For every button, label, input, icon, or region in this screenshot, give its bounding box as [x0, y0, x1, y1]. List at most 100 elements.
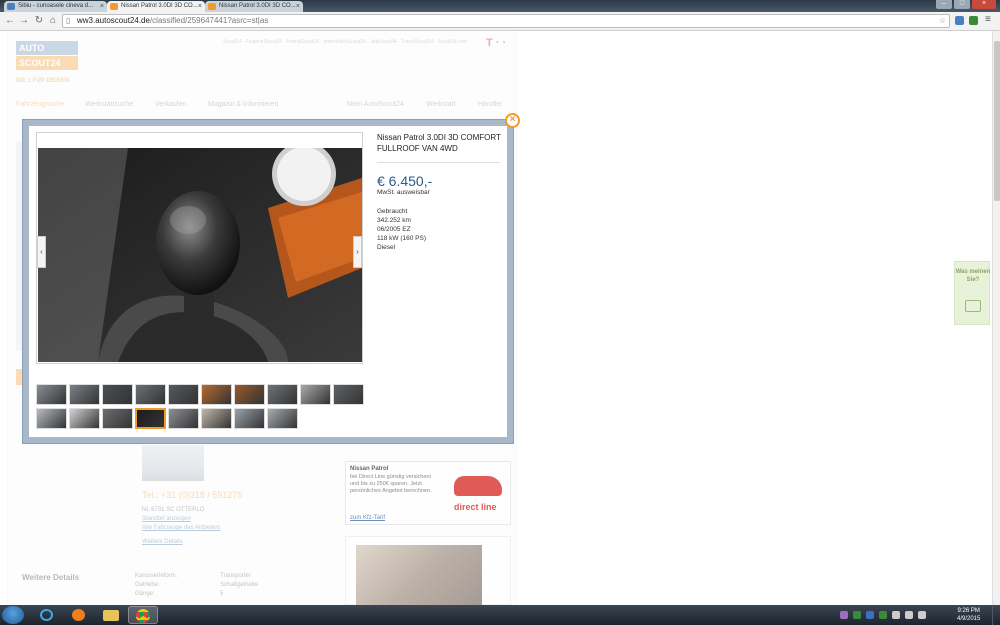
nav-magazin[interactable]: Magazin & Informieren [208, 101, 278, 108]
nav-fahrzeugsuche[interactable]: Fahrzeugsuche [16, 101, 64, 108]
photo-ad[interactable] [345, 536, 511, 605]
forward-arrow-icon[interactable]: → [18, 15, 30, 27]
volume-icon[interactable] [918, 611, 926, 619]
autoscout-logo[interactable]: AUTO SCOUT24 [16, 41, 78, 71]
windows-taskbar: 9:26 PM 4/9/2015 [0, 605, 1000, 625]
spec-key: Gänge: [135, 591, 155, 597]
tab-nissan-2[interactable]: Nissan Patrol 3.0DI 3D CO... × [205, 1, 303, 12]
tray-icon[interactable] [879, 611, 887, 619]
internet-explorer-icon[interactable] [32, 606, 62, 624]
gallery-thumbnail[interactable] [36, 408, 67, 429]
nav-werkstattsuche[interactable]: Werkstattsuche [85, 101, 133, 108]
vehicle-title: Nissan Patrol 3.0DI 3D COMFORT FULLROOF … [377, 133, 501, 153]
clock[interactable]: 9:26 PM 4/9/2015 [957, 607, 980, 623]
tab-close-icon[interactable]: × [296, 1, 300, 12]
tab-label: Sibiu - curioasele cineva d... [18, 3, 94, 9]
bookmark-star-icon[interactable]: ☆ [939, 15, 946, 27]
gallery-thumbnail[interactable] [333, 384, 364, 405]
gallery-thumbnail[interactable] [69, 384, 100, 405]
slogan: DIE 1 FÜR DEINEN [16, 78, 70, 84]
vat-note: MwSt. ausweisbar [377, 189, 430, 196]
ad-link[interactable]: zum Kfz-Tarif [350, 515, 385, 521]
gallery-thumbnail[interactable] [102, 408, 133, 429]
url-host: ww3.autoscout24.de [77, 16, 150, 25]
gallery-thumbnail[interactable] [234, 384, 265, 405]
gallery-thumbnail[interactable] [234, 408, 265, 429]
tab-label: Nissan Patrol 3.0DI 3D CO... [121, 3, 198, 9]
chat-bubble-icon [965, 300, 981, 312]
tab-favicon-icon [208, 3, 216, 10]
show-desktop-button[interactable] [992, 605, 1000, 625]
gallery-thumbnail[interactable] [267, 408, 298, 429]
menu-icon[interactable]: ≡ [985, 15, 991, 25]
nav-verkaufen[interactable]: Verkaufen [155, 101, 187, 108]
detail-fuel: Diesel [377, 244, 396, 251]
nav-mein-autoscout[interactable]: Mein AutoScout24 [347, 101, 404, 108]
gallery-thumbnail[interactable] [69, 408, 100, 429]
nav-haendler[interactable]: Händler [478, 101, 503, 108]
telekom-logo: T · · [486, 37, 507, 49]
page-scrollbar[interactable] [992, 31, 1000, 605]
spec-value: Transporter [220, 573, 251, 579]
address-bar[interactable]: ▯ ww3.autoscout24.de/classified/25964744… [62, 14, 950, 28]
explorer-folder-icon[interactable] [96, 606, 126, 624]
scrollbar-thumb[interactable] [994, 41, 1000, 201]
gallery-thumbnail[interactable] [267, 384, 298, 405]
nav-werkstatt[interactable]: Werkstatt [426, 101, 455, 108]
ad-brand: direct line [454, 502, 497, 512]
media-player-icon[interactable] [64, 606, 94, 624]
detail-condition: Gebraucht [377, 208, 408, 215]
back-arrow-icon[interactable]: ← [4, 15, 16, 27]
chrome-taskbar-icon[interactable] [128, 606, 158, 624]
browser-titlebar: Sibiu - curioasele cineva d... × Nissan … [0, 0, 1000, 12]
gallery-thumbnail[interactable] [135, 408, 166, 429]
extension-icon[interactable] [955, 16, 964, 25]
start-button[interactable] [2, 606, 24, 624]
home-icon[interactable]: ⌂ [47, 15, 59, 27]
feedback-label: Was meinen Sie? [955, 269, 991, 283]
gallery-thumbnail[interactable] [300, 384, 331, 405]
gallery-thumbnail[interactable] [168, 408, 199, 429]
network-icon[interactable] [905, 611, 913, 619]
tab-sibiu[interactable]: Sibiu - curioasele cineva d... × [4, 1, 107, 12]
bluetooth-icon[interactable] [866, 611, 874, 619]
gallery-thumbnail[interactable] [168, 384, 199, 405]
gallery-thumbnail[interactable] [201, 384, 232, 405]
maximize-button[interactable]: □ [954, 0, 970, 9]
gallery-thumbnail[interactable] [36, 384, 67, 405]
gallery-thumbnail[interactable] [135, 384, 166, 405]
logo-bottom: SCOUT24 [16, 56, 78, 70]
prev-photo-button[interactable]: ‹ [37, 236, 46, 268]
dealer-phone[interactable]: Tel.: +31 (0)318 / 591275 [142, 490, 242, 500]
flag-icon[interactable] [892, 611, 900, 619]
minimize-button[interactable]: – [936, 0, 952, 9]
dealer-map-link[interactable]: Standort anzeigen [142, 516, 191, 522]
reload-icon[interactable]: ↻ [33, 15, 45, 27]
photo-image [38, 148, 362, 362]
ad-text: bei Direct Line günstig versichern und b… [350, 474, 432, 494]
gallery-thumbnail[interactable] [201, 408, 232, 429]
browser-toolbar: ← → ↻ ⌂ ▯ ww3.autoscout24.de/classified/… [0, 12, 1000, 31]
modal-close-button[interactable]: × [505, 113, 520, 128]
tab-close-icon[interactable]: × [198, 1, 202, 12]
tab-nissan-active[interactable]: Nissan Patrol 3.0DI 3D CO... × [107, 1, 205, 12]
title-divider [377, 162, 500, 163]
tray-icon[interactable] [853, 611, 861, 619]
extension-icon[interactable] [969, 16, 978, 25]
window-close-button[interactable]: × [972, 0, 996, 9]
clock-date: 4/9/2015 [957, 616, 981, 622]
gallery-thumbnail[interactable] [102, 384, 133, 405]
feedback-widget[interactable]: Was meinen Sie? [954, 261, 990, 325]
page-icon: ▯ [66, 16, 71, 25]
insurance-ad[interactable]: Nissan Patrol bei Direct Line günstig ve… [345, 461, 511, 525]
main-photo: ‹ › [36, 132, 363, 364]
spec-value: 5 [220, 591, 224, 597]
tab-close-icon[interactable]: × [100, 1, 104, 12]
logo-top: AUTO [16, 41, 78, 55]
tab-favicon-icon [110, 3, 118, 10]
dealer-vehicles-link[interactable]: Alle Fahrzeuge des Anbieters [142, 525, 220, 531]
tray-icon[interactable] [840, 611, 848, 619]
next-photo-button[interactable]: › [353, 236, 362, 268]
dealer-details-link[interactable]: Weitere Details [142, 539, 183, 545]
details-heading: Weitere Details [22, 573, 80, 582]
